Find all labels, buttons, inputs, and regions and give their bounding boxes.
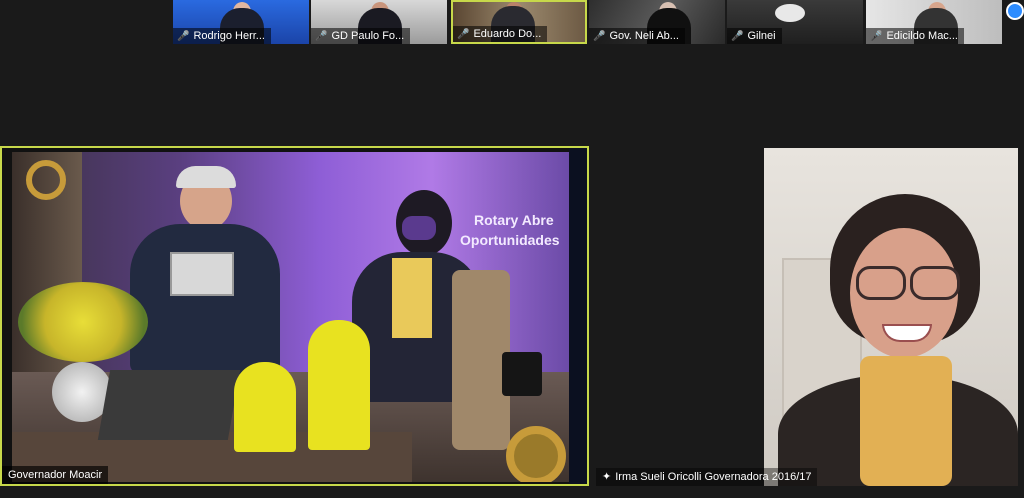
active-speaker-video[interactable]: Rotary Abre Oportunidades Governador Moa… <box>0 146 589 486</box>
orange-scarf <box>860 356 952 486</box>
award-plaque <box>170 252 234 296</box>
participant-tile[interactable]: 🎤 Eduardo Do... <box>451 0 587 44</box>
presenter-man-suit <box>130 224 280 374</box>
glasses-left-lens <box>856 266 906 300</box>
participant-name-label: 🎤 Gov. Neli Ab... <box>589 28 685 44</box>
participant-name-label: 🎤 Gilnei <box>727 28 782 44</box>
presenter-man-hair <box>176 166 236 188</box>
participant-name-label: 🎤 Edicildo Mac... <box>866 28 964 44</box>
participant-name-label: 🎤 Rodrigo Herr... <box>173 28 271 44</box>
pin-icon: ✦ <box>602 471 612 483</box>
yellow-lantern <box>308 320 370 450</box>
yellow-flowers <box>18 282 148 362</box>
secondary-speaker-video[interactable] <box>764 148 1018 486</box>
muted-mic-icon: 🎤 <box>593 31 606 42</box>
participant-tile[interactable]: 🎤 Rodrigo Herr... <box>173 0 309 44</box>
scarf <box>392 258 432 338</box>
next-page-button[interactable] <box>1006 2 1024 20</box>
yellow-lantern <box>234 362 296 452</box>
participant-tile[interactable]: 🎤 GD Paulo Fo... <box>311 0 447 44</box>
banner-text-line2: Oportunidades <box>460 232 560 248</box>
banner-text-line1: Rotary Abre <box>474 212 554 228</box>
glasses-right-lens <box>910 266 960 300</box>
secondary-speaker-name-label: ✦ Irma Sueli Oricolli Governadora 2016/17 <box>596 468 818 486</box>
video-side-edge <box>569 148 587 484</box>
active-speaker-name-label: Governador Moacir <box>2 466 109 484</box>
muted-mic-icon: 🎤 <box>731 31 744 42</box>
studio-light <box>502 352 542 396</box>
ceiling-light <box>775 4 805 22</box>
muted-mic-icon: 🎤 <box>457 29 470 40</box>
face-mask <box>402 216 436 240</box>
participant-name-label: 🎤 GD Paulo Fo... <box>311 28 411 44</box>
muted-mic-icon: 🎤 <box>870 31 883 42</box>
laptop <box>97 370 241 440</box>
participant-gallery-strip: 🎤 Rodrigo Herr... 🎤 GD Paulo Fo... 🎤 Eduard… <box>0 0 1024 46</box>
rotary-logo-icon <box>506 426 566 482</box>
muted-mic-icon: 🎤 <box>177 31 190 42</box>
rotary-wheel-icon <box>26 160 66 200</box>
participant-tile[interactable]: 🎤 Gov. Neli Ab... <box>589 0 725 44</box>
participant-name-label: 🎤 Eduardo Do... <box>453 26 548 42</box>
participant-tile[interactable]: 🎤 Gilnei <box>727 0 863 44</box>
stage-scene: Rotary Abre Oportunidades <box>12 152 572 482</box>
muted-mic-icon: 🎤 <box>315 31 328 42</box>
participant-tile[interactable]: 🎤 Edicildo Mac... <box>866 0 1002 44</box>
